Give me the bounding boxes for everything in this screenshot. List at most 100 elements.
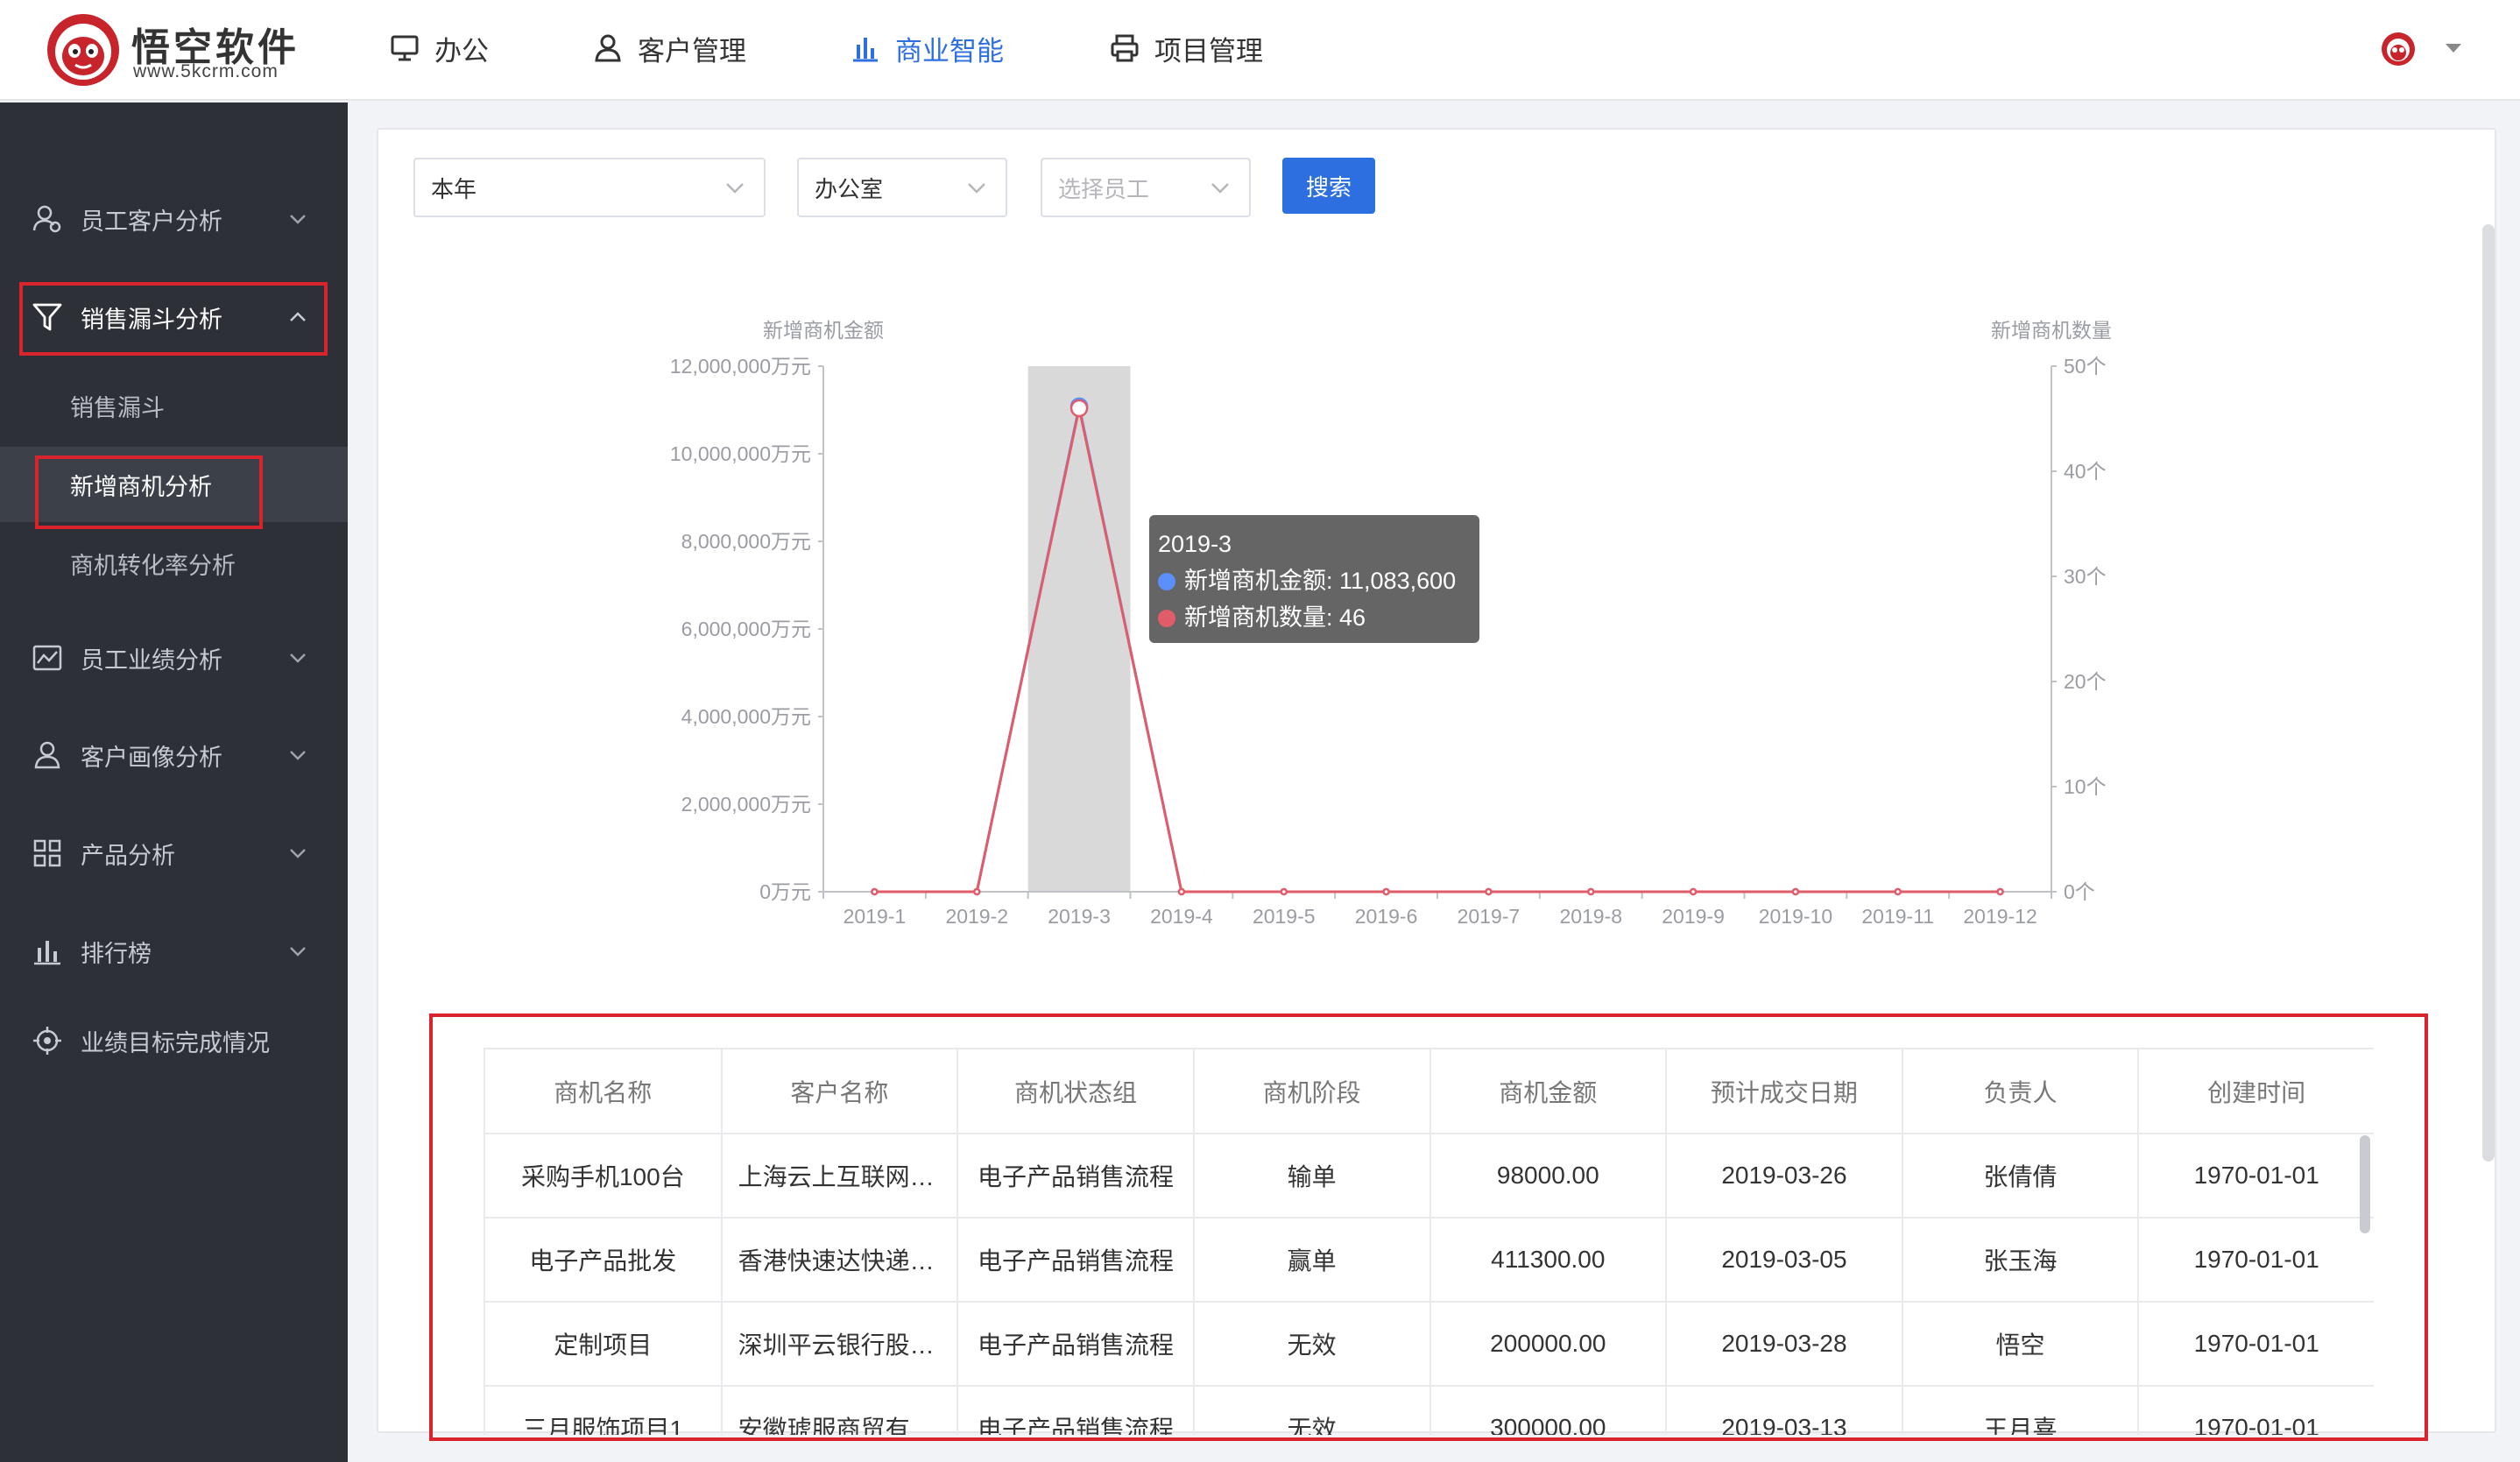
page-scrollbar[interactable]: [2482, 224, 2495, 1162]
table-row[interactable]: 定制项目深圳平云银行股份有限公司电子产品销售流程无效200000.002019-…: [485, 1302, 2374, 1387]
x-tick-label: 2019-3: [1048, 905, 1111, 928]
column-header[interactable]: 商机阶段: [1193, 1049, 1431, 1134]
nav-bi-label: 商业智能: [895, 35, 1004, 67]
x-tick-label: 2019-11: [1861, 905, 1934, 928]
sidebar-group-target[interactable]: 业绩目标完成情况: [0, 1008, 348, 1073]
sidebar-group-employee-customer[interactable]: 员工客户分析: [0, 187, 348, 251]
x-tick-label: 2019-5: [1253, 905, 1316, 928]
caret-down-icon[interactable]: [2444, 42, 2463, 54]
sidebar-group-ranking[interactable]: 排行榜: [0, 919, 348, 984]
sidebar: 员工客户分析 销售漏斗分析 销售漏斗 新增商机分析 商机转化率分析 员工业绩分析…: [0, 102, 348, 1462]
table-cell: 无效: [1193, 1386, 1431, 1435]
table-cell: 2019-03-05: [1666, 1218, 1903, 1303]
nav-bi[interactable]: 商业智能: [850, 26, 1004, 70]
table-cell: 王月喜: [1902, 1386, 2140, 1435]
period-select[interactable]: 本年: [413, 158, 766, 217]
table-header-row: 商机名称 客户名称 商机状态组 商机阶段 商机金额 预计成交日期 负责人 创建时间: [485, 1049, 2374, 1134]
y-right-tick-label: 20个: [2064, 670, 2107, 693]
employee-select[interactable]: 选择员工: [1041, 158, 1251, 217]
monitor-icon: [391, 35, 419, 61]
sidebar-group-product[interactable]: 产品分析: [0, 821, 348, 886]
chevron-up-icon: [290, 312, 306, 321]
y-right-tick-label: 40个: [2064, 460, 2107, 483]
y-left-tick-label: 12,000,000万元: [670, 355, 811, 378]
tooltip-count: 新增商机数量: 46: [1184, 604, 1366, 631]
table-cell: 411300.00: [1429, 1218, 1668, 1303]
nav-project-label: 项目管理: [1154, 35, 1263, 67]
column-header[interactable]: 预计成交日期: [1666, 1049, 1903, 1134]
column-header[interactable]: 客户名称: [721, 1049, 959, 1134]
table-cell: 电子产品销售流程: [957, 1302, 1195, 1387]
column-header[interactable]: 创建时间: [2138, 1049, 2374, 1134]
employee-select-placeholder: 选择员工: [1058, 175, 1150, 202]
department-select[interactable]: 办公室: [797, 158, 1007, 217]
column-header[interactable]: 负责人: [1902, 1049, 2140, 1134]
chevron-down-icon: [290, 849, 306, 858]
column-header[interactable]: 商机状态组: [957, 1049, 1195, 1134]
table-cell: 200000.00: [1429, 1302, 1668, 1387]
sidebar-group-sales-funnel[interactable]: 销售漏斗分析: [0, 285, 348, 350]
chevron-down-icon: [968, 183, 985, 194]
brand-url: www.5kcrm.com: [133, 61, 279, 81]
table-row[interactable]: 三月服饰项目1安徽琥服商贸有限公司电子产品销售流程无效300000.002019…: [485, 1386, 2374, 1435]
tooltip-title: 2019-3: [1158, 531, 1232, 557]
table-cell: 深圳平云银行股份有限公司: [721, 1302, 959, 1387]
x-tick-label: 2019-9: [1662, 905, 1725, 928]
table-cell: 安徽琥服商贸有限公司: [721, 1386, 959, 1435]
data-point: [1280, 887, 1288, 896]
sidebar-item-conversion-rate[interactable]: 商机转化率分析: [0, 526, 348, 601]
chevron-down-icon: [290, 947, 306, 957]
opportunity-table: 商机名称 客户名称 商机状态组 商机阶段 商机金额 预计成交日期 负责人 创建时间 采购手机1…: [484, 1048, 2374, 1435]
table-cell: 香港快速达快递有限公司: [721, 1218, 959, 1303]
tooltip-count-row: 新增商机数量: 46: [1158, 599, 1471, 636]
table-cell: 1970-01-01: [2138, 1302, 2374, 1387]
chart-tooltip: 2019-3 新增商机金额: 11,083,600 新增商机数量: 46: [1149, 515, 1479, 643]
sidebar-group-label: 员工业绩分析: [81, 646, 222, 674]
table-body: 采购手机100台上海云上互联网科技有限公司电子产品销售流程输单98000.002…: [485, 1134, 2374, 1435]
table-cell: 采购手机100台: [485, 1134, 723, 1218]
table-cell: 无效: [1193, 1302, 1431, 1387]
table-cell: 定制项目: [485, 1302, 723, 1387]
data-point: [1689, 887, 1698, 896]
nav-customer[interactable]: 客户管理: [592, 26, 746, 70]
chevron-down-icon: [290, 751, 306, 760]
search-button[interactable]: 搜索: [1282, 158, 1375, 214]
user-avatar-icon[interactable]: [2381, 32, 2416, 67]
employee-customer-icon: [32, 205, 61, 233]
funnel-icon: [32, 303, 62, 331]
y-left-tick-label: 6,000,000万元: [681, 618, 811, 640]
data-point: [1894, 887, 1902, 896]
table-cell: 1970-01-01: [2138, 1386, 2374, 1435]
nav-office[interactable]: 办公: [389, 26, 489, 70]
y-left-tick-label: 2,000,000万元: [681, 793, 811, 816]
table-row[interactable]: 电子产品批发香港快速达快递有限公司电子产品销售流程赢单411300.002019…: [485, 1218, 2374, 1303]
sidebar-group-label: 客户画像分析: [81, 744, 222, 771]
column-header[interactable]: 商机金额: [1429, 1049, 1668, 1134]
department-select-value: 办公室: [815, 175, 884, 202]
table-row[interactable]: 采购手机100台上海云上互联网科技有限公司电子产品销售流程输单98000.002…: [485, 1134, 2374, 1218]
sidebar-group-customer-portrait[interactable]: 客户画像分析: [0, 723, 348, 788]
brand-logo[interactable]: 悟空软件 www.5kcrm.com: [46, 12, 335, 88]
y-left-tick-label: 8,000,000万元: [681, 530, 811, 553]
customer-portrait-icon: [34, 741, 60, 769]
table-cell: 1970-01-01: [2138, 1218, 2374, 1303]
y-axis-right-title: 新增商机数量: [1991, 319, 2112, 342]
table-scrollbar[interactable]: [2360, 1135, 2370, 1233]
table-cell: 1970-01-01: [2138, 1134, 2374, 1218]
highlight-band: [1027, 366, 1131, 892]
top-header: 悟空软件 www.5kcrm.com 办公 客户管理 商业智能 项目管理: [0, 0, 2520, 101]
sidebar-item-new-opportunity[interactable]: 新增商机分析: [0, 447, 348, 522]
monkey-logo-icon: [47, 14, 119, 86]
sidebar-item-sales-funnel[interactable]: 销售漏斗: [0, 368, 348, 443]
data-point: [1996, 887, 2004, 896]
column-header[interactable]: 商机名称: [485, 1049, 723, 1134]
sidebar-group-label: 产品分析: [81, 842, 175, 869]
sidebar-group-label: 排行榜: [81, 940, 152, 967]
table-cell: 2019-03-13: [1666, 1386, 1903, 1435]
sidebar-group-label: 销售漏斗分析: [81, 306, 222, 333]
sidebar-group-employee-performance[interactable]: 员工业绩分析: [0, 625, 348, 690]
tooltip-amount: 新增商机金额: 11,083,600: [1184, 568, 1457, 594]
data-point: [1791, 887, 1800, 896]
nav-project[interactable]: 项目管理: [1109, 26, 1263, 70]
table-cell: 赢单: [1193, 1218, 1431, 1303]
